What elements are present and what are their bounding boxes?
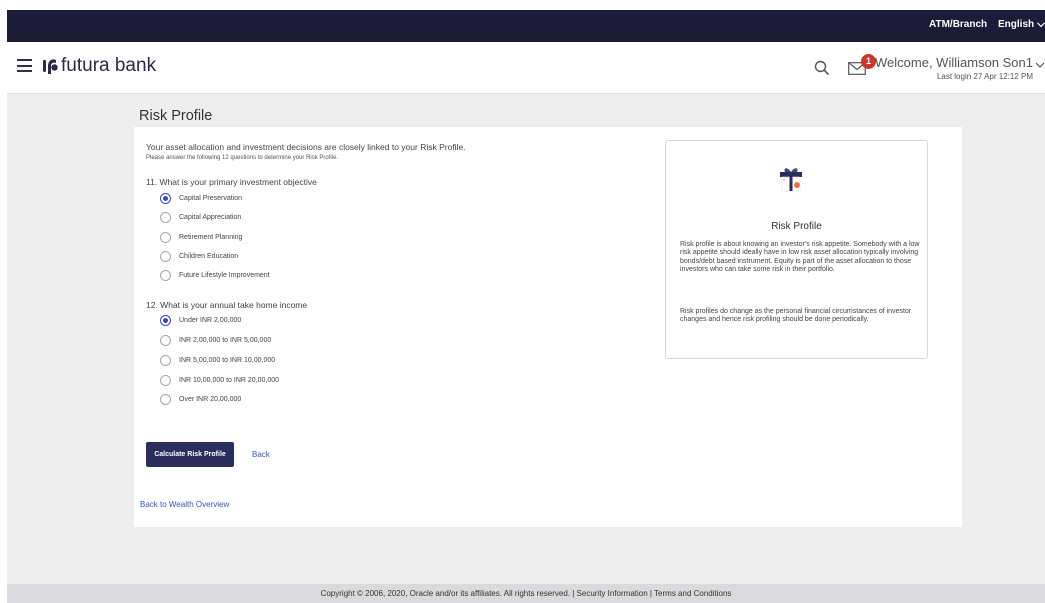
radio-option[interactable]: INR 10,00,000 to INR 20,00,000 xyxy=(160,373,279,387)
radio-option[interactable]: Over INR 20,00,000 xyxy=(160,392,241,406)
radio-option[interactable]: Future Lifestyle Improvement xyxy=(160,268,270,282)
back-to-wealth-overview-link[interactable]: Back to Wealth Overview xyxy=(140,500,229,509)
radio-button[interactable] xyxy=(160,211,171,223)
language-selector[interactable]: English xyxy=(998,19,1034,30)
option-label: INR 10,00,000 to INR 20,00,000 xyxy=(179,376,280,384)
radio-button[interactable] xyxy=(160,314,171,326)
info-card-paragraph: Risk profile is about knowing an investo… xyxy=(680,241,920,274)
radio-option[interactable]: Retirement Planning xyxy=(160,230,242,244)
radio-option[interactable]: Capital Preservation xyxy=(160,191,242,205)
footer: Copyright © 2006, 2020, Oracle and/or it… xyxy=(7,584,1045,603)
radio-button[interactable] xyxy=(160,393,171,405)
bank-logo-icon xyxy=(43,59,58,74)
radio-option[interactable]: Under INR 2,00,000 xyxy=(160,313,241,327)
last-login-text: Last login 27 Apr 12:12 PM xyxy=(936,72,1033,81)
radio-button[interactable] xyxy=(160,269,171,281)
radio-option[interactable]: Children Education xyxy=(160,249,238,263)
app-frame: ATM/Branch English futura bank 1 Welcome… xyxy=(7,10,1045,603)
page-title: Risk Profile xyxy=(139,108,213,124)
brand-name[interactable]: futura bank xyxy=(61,55,156,77)
option-label: Under INR 2,00,000 xyxy=(179,316,242,324)
menu-icon[interactable] xyxy=(17,59,32,72)
info-card-paragraph: Risk profiles do change as the personal … xyxy=(680,308,912,324)
option-label: Children Education xyxy=(179,252,239,260)
radio-option[interactable]: INR 5,00,000 to INR 10,00,000 xyxy=(160,353,275,367)
back-link[interactable]: Back xyxy=(252,450,270,459)
gift-icon xyxy=(780,168,802,192)
radio-button[interactable] xyxy=(160,354,171,366)
question-12: 12. What is your annual take home income xyxy=(146,300,308,310)
option-label: Capital Appreciation xyxy=(179,213,242,221)
chevron-down-icon[interactable] xyxy=(1037,22,1045,28)
option-label: Capital Preservation xyxy=(179,194,243,202)
calculate-risk-profile-button[interactable]: Calculate Risk Profile xyxy=(146,442,234,467)
radio-button[interactable] xyxy=(160,250,171,262)
radio-button[interactable] xyxy=(160,374,171,386)
option-label: INR 2,00,000 to INR 5,00,000 xyxy=(179,336,272,344)
radio-option[interactable]: INR 2,00,000 to INR 5,00,000 xyxy=(160,333,271,347)
chevron-down-icon[interactable] xyxy=(1035,60,1045,70)
header: futura bank 1 Welcome, Williamson Son1 L… xyxy=(7,42,1045,94)
option-label: Over INR 20,00,000 xyxy=(179,395,242,403)
radio-option[interactable]: Capital Appreciation xyxy=(160,210,241,224)
info-card-title: Risk Profile xyxy=(771,221,822,232)
option-label: Future Lifestyle Improvement xyxy=(179,271,270,279)
option-label: Retirement Planning xyxy=(179,233,243,241)
option-label: INR 5,00,000 to INR 10,00,000 xyxy=(179,356,276,364)
user-menu[interactable]: Welcome, Williamson Son1 Last login 27 A… xyxy=(875,55,1033,81)
notification-badge[interactable]: 1 xyxy=(861,54,876,69)
atm-branch-link[interactable]: ATM/Branch xyxy=(929,19,987,30)
top-bar: ATM/Branch English xyxy=(7,10,1045,42)
search-icon[interactable] xyxy=(814,60,830,76)
welcome-text: Welcome, Williamson Son1 xyxy=(875,55,1033,70)
instruction-text: Please answer the following 12 questions… xyxy=(146,155,339,161)
risk-profile-info-card: Risk Profile Risk profile is about knowi… xyxy=(665,140,928,359)
radio-button[interactable] xyxy=(160,231,171,243)
radio-button[interactable] xyxy=(160,192,171,204)
question-11: 11. What is your primary investment obje… xyxy=(146,177,317,187)
intro-text: Your asset allocation and investment dec… xyxy=(146,142,466,152)
radio-button[interactable] xyxy=(160,334,171,346)
